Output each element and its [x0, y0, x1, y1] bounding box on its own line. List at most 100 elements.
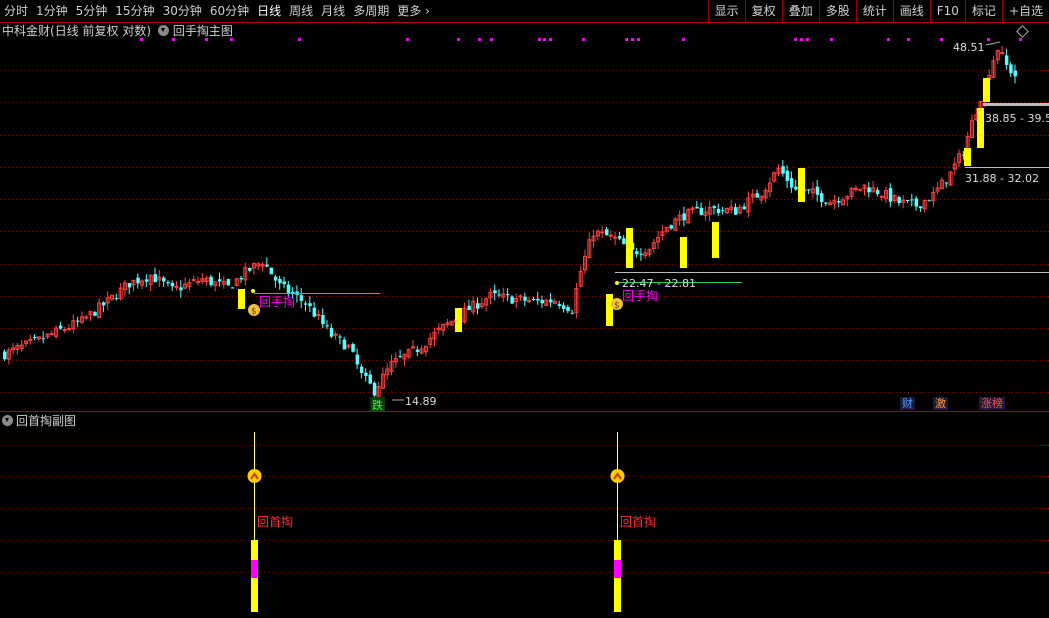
kline-chart[interactable]: 48.5138.85 - 39.531.88 - 32.0222.47 - 22… — [0, 0, 1049, 618]
candle-body — [635, 251, 639, 255]
candle-body — [540, 299, 544, 304]
candle-body — [191, 279, 196, 282]
candle-body — [879, 195, 884, 198]
candle-body — [278, 278, 282, 284]
sub-indicator: 回首掏 回首掏 — [247, 432, 656, 612]
candle-body — [927, 200, 931, 202]
candle-body — [114, 298, 119, 300]
candle-body — [170, 282, 175, 287]
event-tag-0[interactable]: 财 — [900, 397, 915, 410]
signal-label: 回手掏 — [259, 294, 295, 309]
candle-body — [248, 268, 252, 271]
sub-bar-top — [614, 540, 621, 560]
candle-body — [308, 303, 312, 307]
candle-body — [897, 196, 901, 204]
candle-body — [342, 339, 347, 350]
candle-body — [144, 279, 149, 282]
candle-body — [316, 314, 321, 317]
sub-signal-label: 回首掏 — [620, 514, 656, 529]
candle-body — [639, 253, 643, 255]
candle-body — [162, 277, 166, 282]
candle-body — [837, 201, 841, 203]
candle-body — [351, 343, 355, 352]
candle-body — [506, 294, 510, 296]
candle-body — [523, 296, 527, 301]
signal-dot — [543, 38, 546, 41]
candle-body — [888, 188, 893, 202]
signal-dot — [582, 38, 585, 41]
candle-body — [364, 372, 368, 376]
up-arrow-icon — [610, 469, 625, 483]
signal-dot — [406, 38, 409, 41]
sub-bar-mid — [614, 560, 621, 578]
candle-body — [824, 202, 828, 204]
candle-body — [1000, 52, 1005, 55]
zone-bar — [798, 168, 805, 202]
zone-bar — [964, 148, 971, 166]
candle-body — [196, 280, 200, 283]
candle-body — [742, 206, 747, 210]
signal-dot — [457, 38, 460, 41]
candle-body — [239, 277, 243, 280]
candle-body — [1004, 55, 1009, 65]
candle-body — [218, 279, 222, 282]
candle-body — [549, 299, 553, 303]
sub-indicator-name[interactable]: 回首掏副图 — [16, 414, 76, 428]
candle-body — [355, 354, 360, 365]
candle-body — [33, 336, 37, 338]
candle-body — [716, 208, 721, 214]
candle-body — [321, 314, 325, 324]
candle-body — [1009, 64, 1013, 74]
signal-dot — [794, 38, 797, 41]
candle-body — [67, 327, 71, 330]
sub-indicator-dropdown-icon[interactable] — [2, 415, 13, 426]
candle-body — [209, 276, 213, 286]
candle-body — [712, 206, 716, 208]
candle-body — [566, 306, 570, 312]
zone-bar — [712, 222, 719, 258]
candle-body — [286, 284, 291, 294]
candle-body — [269, 267, 274, 275]
candles — [3, 45, 1017, 403]
candle-body — [557, 304, 562, 307]
sub-bar-bottom — [614, 578, 621, 612]
candle-body — [398, 356, 403, 358]
signal-dot — [830, 38, 833, 41]
candle-body — [721, 210, 725, 212]
signal-dot — [625, 38, 628, 41]
candle-body — [282, 281, 286, 285]
candle-body — [531, 298, 536, 300]
candle-body — [682, 213, 686, 221]
main-grid — [0, 70, 1049, 393]
up-arrow-icon — [247, 469, 262, 483]
signal-dot — [490, 38, 493, 41]
candle-body — [93, 312, 97, 316]
candle-body — [527, 300, 532, 303]
candle-body — [910, 199, 914, 201]
candle-body — [867, 187, 871, 193]
candle-body — [497, 294, 501, 296]
sub-bar-top — [251, 540, 258, 560]
signal-dot — [298, 38, 301, 41]
event-tag-1[interactable]: 激 — [933, 397, 948, 410]
candle-body — [820, 193, 824, 202]
candle-body — [312, 307, 317, 317]
signal-dot — [887, 38, 890, 41]
candle-body — [518, 295, 523, 298]
event-tag-2[interactable]: 涨榜 — [979, 397, 1005, 410]
sub-bar-bottom — [251, 578, 258, 612]
candle-body — [467, 305, 471, 311]
candle-body — [372, 382, 377, 396]
candle-body — [807, 189, 811, 191]
zone-bar — [455, 308, 462, 332]
signal-dot — [806, 38, 809, 41]
sub-grid — [0, 445, 1049, 573]
zone-bar — [983, 78, 990, 102]
signal-dot — [940, 38, 943, 41]
candle-body — [299, 295, 304, 301]
candle-body — [510, 296, 514, 304]
candle-body — [781, 166, 785, 174]
sub-signal-label: 回首掏 — [257, 514, 293, 529]
signal-dot — [478, 38, 481, 41]
candle-body — [914, 198, 919, 207]
